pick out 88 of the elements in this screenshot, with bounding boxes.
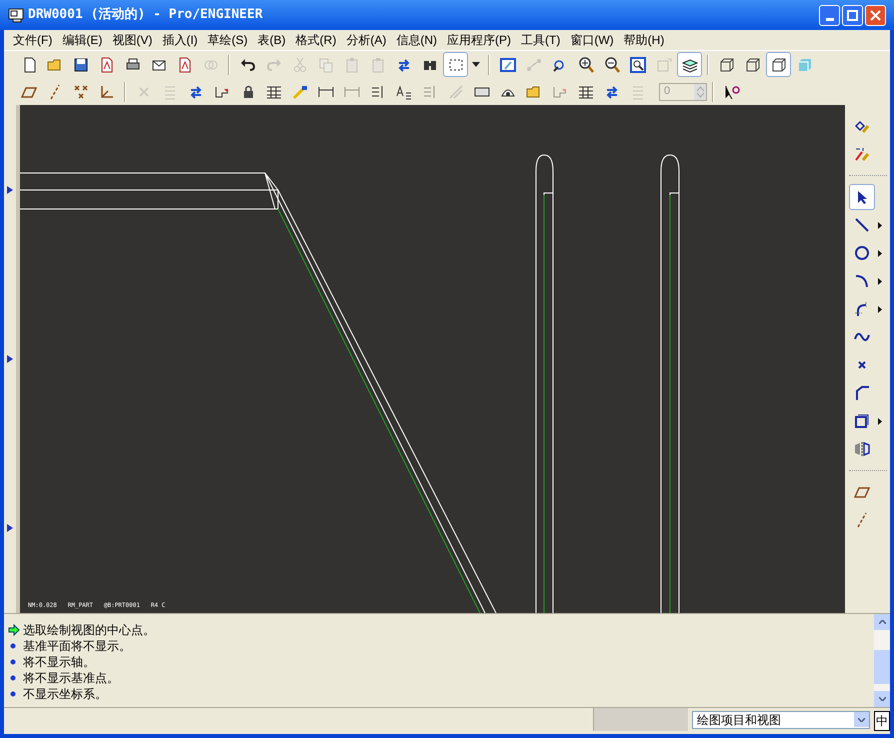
align-icon (370, 84, 386, 100)
dashed-box-icon (448, 56, 464, 72)
maximize-icon (847, 10, 858, 20)
slash-icon (448, 84, 464, 100)
menu-item[interactable]: 信息(N) (391, 31, 442, 49)
cube-icon (744, 56, 760, 72)
expand-arrow-icon (7, 524, 13, 532)
clipboard-icon (344, 56, 360, 72)
message-text: 将不显示基准点。 (23, 670, 119, 687)
menu-item[interactable]: 工具(T) (516, 31, 566, 49)
document-icon (98, 56, 114, 72)
menu-item[interactable]: 窗口(W) (565, 31, 619, 49)
table-icon (578, 84, 594, 100)
csys-icon (98, 84, 114, 100)
zoom-fit-icon (630, 56, 646, 72)
document-icon (176, 56, 192, 72)
filter-dropdown[interactable]: 绘图项目和视图 (692, 710, 870, 728)
window-title: DRW0001 (活动的) - Pro/ENGINEER (28, 6, 263, 24)
align-icon (422, 84, 438, 100)
menu-item[interactable]: 编辑(E) (57, 31, 108, 49)
drawing-app-icon (8, 7, 24, 23)
zoom-in-icon (578, 56, 594, 72)
scroll-thumb[interactable] (874, 650, 890, 684)
layers-icon (682, 56, 698, 72)
undo-icon (240, 56, 256, 72)
view-icon (656, 56, 672, 72)
nodes-icon (526, 56, 542, 72)
message-text: 选取绘制视图的中心点。 (23, 622, 155, 639)
cube-icon (770, 56, 786, 72)
menu-item[interactable]: 插入(I) (157, 31, 203, 49)
message-text: 基准平面将不显示。 (23, 638, 131, 655)
message-text: 不显示坐标系。 (23, 686, 107, 703)
shaded-cube-icon (796, 56, 812, 72)
close-button[interactable] (865, 4, 886, 26)
text-style-icon (396, 84, 412, 100)
wand-icon (292, 84, 308, 100)
printer-icon (124, 56, 140, 72)
expand-arrow-icon (7, 186, 13, 194)
flyout-arrow-icon[interactable] (878, 250, 882, 256)
minimize-icon (826, 18, 834, 20)
sketch-tools-icon (854, 118, 870, 134)
scrollbar[interactable] (874, 614, 890, 707)
arc-icon (854, 273, 870, 289)
cube-icon (718, 56, 734, 72)
table-icon (266, 84, 282, 100)
spin-arrows-icon (694, 84, 706, 100)
caret-icon (472, 62, 480, 67)
menu-item[interactable]: 表(B) (252, 31, 291, 49)
circle-icon (854, 245, 870, 261)
copy-icon (318, 56, 334, 72)
help-icon (724, 84, 740, 100)
flyout-arrow-icon[interactable] (878, 222, 882, 228)
flyout-arrow-icon[interactable] (878, 306, 882, 312)
toolbar-button[interactable] (677, 52, 702, 77)
constraints-icon (854, 146, 870, 162)
menu-item[interactable]: 帮助(H) (618, 31, 670, 49)
expand-arrow-icon (7, 354, 13, 363)
chamfer-icon (854, 385, 870, 401)
maximize-button[interactable] (842, 4, 863, 26)
folder-icon (526, 84, 542, 100)
repaint-icon (500, 56, 516, 72)
menu-item[interactable]: 文件(F) (8, 31, 58, 49)
close-icon (870, 10, 881, 20)
menu-item[interactable]: 视图(V) (107, 31, 158, 49)
scroll-down-button[interactable] (874, 691, 890, 707)
ime-indicator: 中 (874, 711, 890, 731)
menu-item[interactable]: 格式(R) (290, 31, 342, 49)
mirror-icon (854, 441, 870, 457)
scroll-up-button[interactable] (874, 614, 890, 630)
line-icon (854, 217, 870, 233)
flyout-arrow-icon[interactable] (878, 418, 882, 424)
zoom-out-icon (604, 56, 620, 72)
scissors-icon (292, 56, 308, 72)
menu-item[interactable]: 应用程序(P) (442, 31, 516, 49)
message-text: 将不显示轴。 (23, 654, 95, 671)
folder-icon (46, 56, 62, 72)
redo-icon (266, 56, 282, 72)
toolbar-button[interactable] (766, 52, 791, 77)
minimize-button[interactable] (819, 4, 840, 26)
points-icon (72, 84, 88, 100)
menu-item[interactable]: 分析(A) (341, 31, 392, 49)
toolbar-button[interactable] (443, 52, 468, 77)
arrow-right-icon (8, 624, 20, 636)
clipboard-icon (370, 56, 386, 72)
offset-icon (854, 413, 870, 429)
sketch-tool-button[interactable] (849, 184, 875, 210)
menu-item[interactable]: 草绘(S) (202, 31, 253, 49)
flyout-arrow-icon[interactable] (878, 278, 882, 284)
